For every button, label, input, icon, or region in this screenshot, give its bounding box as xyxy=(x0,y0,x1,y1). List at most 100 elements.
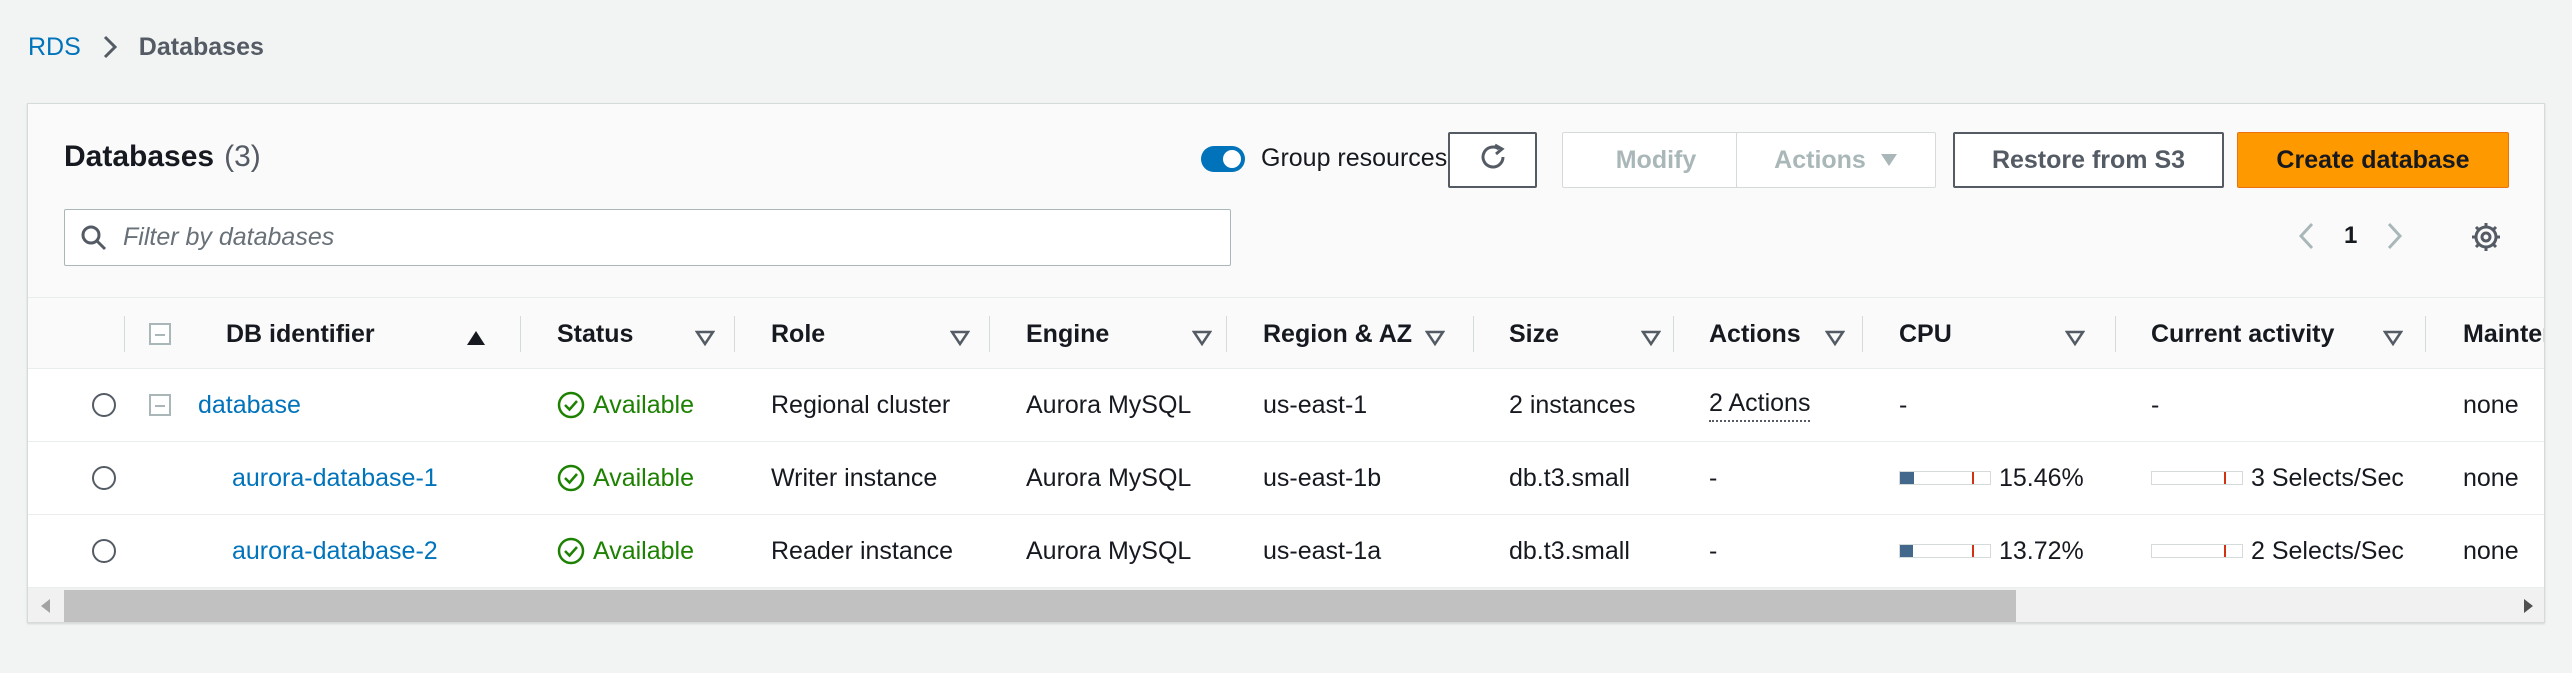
column-header-label: Size xyxy=(1509,319,1560,348)
column-header-cpu[interactable]: CPU xyxy=(1899,298,2099,370)
column-header-engine[interactable]: Engine xyxy=(1026,298,1232,370)
table-header: DB identifier Status Role Engine Region … xyxy=(28,297,2544,370)
cpu-cell: 15.46% xyxy=(1899,442,2084,514)
next-page-icon[interactable] xyxy=(2387,222,2403,250)
sort-icon xyxy=(2382,324,2404,353)
refresh-button[interactable] xyxy=(1448,132,1537,188)
column-divider xyxy=(124,316,125,352)
create-database-button[interactable]: Create database xyxy=(2237,132,2509,188)
group-resources-toggle[interactable] xyxy=(1201,145,1245,172)
maintenance-cell: none xyxy=(2463,463,2519,492)
panel-title-text: Databases xyxy=(64,140,215,173)
column-header-label: Status xyxy=(557,319,634,348)
size-cell: db.t3.small xyxy=(1509,536,1630,565)
maintenance-cell: none xyxy=(2463,536,2519,565)
cpu-value: 15.46% xyxy=(1999,463,2084,492)
cpu-meter-threshold xyxy=(1972,472,1974,484)
column-header-db-identifier[interactable]: DB identifier xyxy=(198,298,498,370)
activity-meter xyxy=(2151,471,2243,485)
column-header-size[interactable]: Size xyxy=(1509,298,1669,370)
size-cell: db.t3.small xyxy=(1509,463,1630,492)
engine-cell: Aurora MySQL xyxy=(1026,463,1192,492)
filter-databases-input[interactable] xyxy=(121,222,1171,253)
table-row[interactable]: database Available Regional cluster Auro… xyxy=(28,369,2544,442)
collapse-all-icon[interactable] xyxy=(149,323,171,345)
check-circle-icon xyxy=(557,464,585,492)
maintenance-cell: none xyxy=(2463,390,2519,419)
modify-button[interactable]: Modify xyxy=(1562,132,1750,188)
column-header-label: Region & AZ xyxy=(1263,319,1413,348)
status-text: Available xyxy=(593,390,695,419)
sort-icon xyxy=(1424,324,1446,353)
table-row[interactable]: aurora-database-2 Available Reader insta… xyxy=(28,515,2544,588)
cpu-value: 13.72% xyxy=(1999,536,2084,565)
region-cell: us-east-1a xyxy=(1263,536,1382,565)
actions-cell: - xyxy=(1709,536,1718,565)
db-identifier-link[interactable]: database xyxy=(198,391,301,420)
actions-dropdown-button[interactable]: Actions xyxy=(1736,132,1936,188)
scrollbar-thumb[interactable] xyxy=(64,590,2016,622)
cpu-meter-fill xyxy=(1900,472,1914,484)
activity-cell: 2 Selects/Sec xyxy=(2151,515,2404,587)
chevron-right-icon xyxy=(103,35,117,59)
breadcrumb-rds-link[interactable]: RDS xyxy=(28,33,81,62)
sort-icon xyxy=(1640,324,1662,353)
activity-meter-threshold xyxy=(2224,545,2226,557)
activity-cell: - xyxy=(2151,390,2160,419)
status-text: Available xyxy=(593,536,695,565)
actions-popover-trigger[interactable]: 2 Actions xyxy=(1709,389,1811,422)
column-divider xyxy=(989,316,990,352)
page-number[interactable]: 1 xyxy=(2344,222,2357,250)
cpu-cell: 13.72% xyxy=(1899,515,2084,587)
column-header-region-az[interactable]: Region & AZ xyxy=(1263,298,1457,370)
column-divider xyxy=(2425,316,2426,352)
scroll-right-icon[interactable] xyxy=(2518,596,2538,616)
status-badge: Available xyxy=(557,537,694,566)
cpu-meter xyxy=(1899,471,1991,485)
page-title: Databases (3) xyxy=(64,140,261,174)
sort-icon xyxy=(949,324,971,353)
column-header-maintenance[interactable]: Maintena xyxy=(2463,298,2544,370)
check-circle-icon xyxy=(557,537,585,565)
previous-page-icon[interactable] xyxy=(2298,222,2314,250)
collapse-icon[interactable] xyxy=(149,394,171,416)
select-radio[interactable] xyxy=(92,539,116,563)
column-divider xyxy=(1226,316,1227,352)
select-radio[interactable] xyxy=(92,466,116,490)
row-radio[interactable] xyxy=(92,369,116,441)
activity-value: 2 Selects/Sec xyxy=(2251,536,2404,565)
column-header-label: CPU xyxy=(1899,319,1952,348)
group-resources-label: Group resources xyxy=(1261,144,1448,172)
activity-meter-threshold xyxy=(2224,472,2226,484)
restore-from-s3-button[interactable]: Restore from S3 xyxy=(1953,132,2224,188)
gear-icon[interactable] xyxy=(2470,221,2502,253)
refresh-icon xyxy=(1477,141,1509,180)
column-divider xyxy=(2115,316,2116,352)
db-identifier-link[interactable]: aurora-database-1 xyxy=(232,464,438,493)
column-header-label: Current activity xyxy=(2151,319,2335,348)
row-radio[interactable] xyxy=(92,442,116,514)
table-row[interactable]: aurora-database-1 Available Writer insta… xyxy=(28,442,2544,515)
column-header-actions[interactable]: Actions xyxy=(1709,298,1849,370)
column-header-role[interactable]: Role xyxy=(771,298,990,370)
column-divider xyxy=(1862,316,1863,352)
column-divider xyxy=(1673,316,1674,352)
scroll-left-icon[interactable] xyxy=(36,596,56,616)
size-cell: 2 instances xyxy=(1509,390,1636,419)
row-radio[interactable] xyxy=(92,515,116,587)
region-cell: us-east-1b xyxy=(1263,463,1382,492)
column-header-current-activity[interactable]: Current activity xyxy=(2151,298,2411,370)
column-header-status[interactable]: Status xyxy=(557,298,735,370)
db-identifier-link[interactable]: aurora-database-2 xyxy=(232,537,438,566)
filter-box xyxy=(64,209,1231,266)
sort-icon xyxy=(1824,324,1846,353)
check-circle-icon xyxy=(557,391,585,419)
column-header-label: Role xyxy=(771,319,826,348)
cpu-meter xyxy=(1899,544,1991,558)
column-header-label: Maintena xyxy=(2463,319,2544,348)
column-header-label: Actions xyxy=(1709,319,1801,348)
databases-table: DB identifier Status Role Engine Region … xyxy=(28,297,2544,588)
horizontal-scrollbar[interactable] xyxy=(28,587,2544,622)
select-radio[interactable] xyxy=(92,393,116,417)
activity-meter xyxy=(2151,544,2243,558)
